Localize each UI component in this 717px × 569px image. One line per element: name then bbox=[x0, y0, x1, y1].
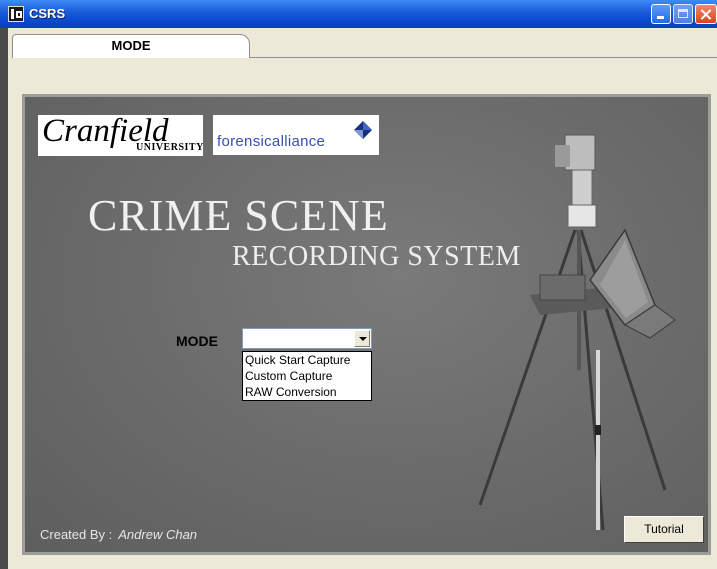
window-left-edge bbox=[0, 28, 8, 569]
cranfield-logo-subtext: UNIVERSITY bbox=[136, 142, 204, 153]
credits: Created By : Andrew Chan bbox=[40, 527, 197, 542]
csrs-app-icon[interactable] bbox=[8, 6, 24, 22]
mode-option-quick-start[interactable]: Quick Start Capture bbox=[243, 352, 371, 368]
created-by-label: Created By : bbox=[40, 527, 113, 542]
forensic-logo-text: forensicalliance bbox=[217, 133, 326, 150]
tab-mode[interactable]: MODE bbox=[12, 34, 250, 58]
window-title: CSRS bbox=[29, 6, 66, 21]
forensic-diamond-icon bbox=[354, 121, 372, 139]
tutorial-button[interactable]: Tutorial bbox=[624, 516, 704, 543]
forensic-alliance-logo: forensicalliance bbox=[213, 115, 379, 155]
minimize-button[interactable] bbox=[651, 4, 671, 24]
headline-line-1: CRIME SCENE bbox=[88, 191, 389, 240]
mode-option-custom-capture[interactable]: Custom Capture bbox=[243, 368, 371, 384]
camera-tripod-laptop-image bbox=[478, 134, 676, 531]
chevron-down-icon[interactable] bbox=[354, 330, 370, 347]
tab-divider bbox=[250, 57, 717, 58]
title-bar[interactable]: CSRS bbox=[0, 0, 717, 28]
maximize-button[interactable] bbox=[673, 4, 693, 24]
author-name: Andrew Chan bbox=[118, 527, 198, 542]
app-window: CSRS MODE Cranfield UNIVERSITY forensica… bbox=[0, 0, 717, 569]
mode-dropdown-list: Quick Start Capture Custom Capture RAW C… bbox=[242, 351, 372, 401]
mode-label: MODE bbox=[176, 333, 218, 349]
close-button[interactable] bbox=[695, 4, 717, 24]
mode-option-raw-conversion[interactable]: RAW Conversion bbox=[243, 384, 371, 400]
tab-strip bbox=[10, 58, 717, 82]
mode-select[interactable] bbox=[242, 328, 372, 349]
cranfield-university-logo: Cranfield UNIVERSITY bbox=[38, 113, 204, 156]
